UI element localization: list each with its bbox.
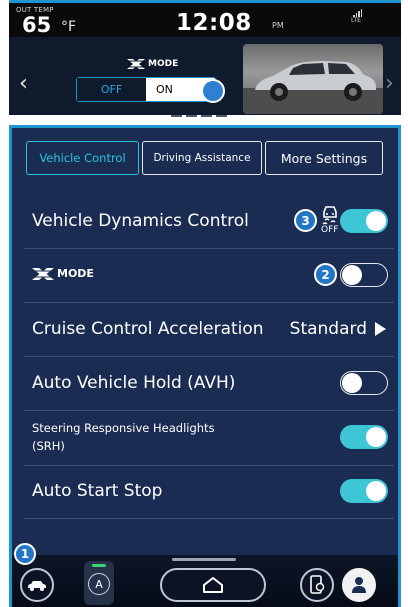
tab-more-settings[interactable]: More Settings [265, 141, 383, 175]
toggle-knob [342, 264, 362, 285]
setting-row-auto-start-stop[interactable]: Auto Start Stop [24, 465, 394, 519]
toggle-knob [366, 427, 386, 447]
signal-strength-icon [353, 9, 362, 17]
vdc-off-text: OFF [321, 225, 339, 235]
vehicle-image [243, 44, 383, 114]
auto-start-stop-label: Auto Start Stop [32, 481, 163, 501]
person-icon [352, 577, 366, 593]
prev-page-arrow[interactable]: ‹ [19, 71, 28, 96]
callout-badge-2: 2 [314, 263, 337, 286]
avh-label: Auto Vehicle Hold (AVH) [32, 373, 236, 393]
vdc-label: Vehicle Dynamics Control [32, 211, 249, 231]
toggle-knob [366, 211, 386, 231]
callout-badge-1: 1 [14, 543, 36, 565]
page-indicator [171, 115, 242, 117]
cruise-acceleration-value: Standard [289, 319, 367, 339]
page-dot [216, 115, 227, 117]
page-dot [201, 115, 212, 117]
x-logo-icon [32, 267, 54, 280]
xmode-title-label: MODE [148, 59, 179, 69]
auto-a-label: A [95, 577, 103, 591]
toggle-knob [366, 481, 386, 501]
setting-row-srh[interactable]: Steering Responsive Headlights (SRH) [24, 410, 394, 466]
outside-temp-unit: °F [61, 19, 77, 35]
home-button[interactable] [160, 568, 266, 602]
xmode-row-text: MODE [57, 267, 94, 280]
page-dot [171, 115, 182, 117]
cruise-acceleration-label: Cruise Control Acceleration [32, 319, 264, 339]
xmode-switch-knob[interactable] [201, 79, 225, 103]
setting-row-vdc[interactable]: Vehicle Dynamics Control 3 OFF [24, 195, 394, 249]
srh-label: Steering Responsive Headlights (SRH) [32, 419, 215, 455]
vdc-toggle[interactable] [340, 209, 388, 233]
xmode-toggle[interactable] [340, 263, 388, 287]
phone-projection-button[interactable] [300, 568, 334, 602]
callout-badge-3: 3 [294, 209, 317, 232]
setting-row-cruise-acceleration[interactable]: Cruise Control Acceleration Standard [24, 302, 394, 357]
network-type-label: LTE [351, 17, 361, 24]
setting-row-xmode[interactable]: MODE 2 [24, 248, 394, 303]
xmode-on-label: ON [156, 83, 173, 96]
xmode-quick-panel: OUT TEMP 65 °F 12:08 PM LTE ‹ › MODE OFF… [9, 0, 401, 117]
drag-handle[interactable] [172, 558, 236, 561]
xmode-row-label: MODE [32, 267, 94, 280]
clock-ampm: PM [272, 21, 284, 30]
outside-temp-value: 65 [22, 13, 52, 37]
home-icon [203, 577, 223, 593]
settings-tabs: Vehicle Control Driving Assistance More … [26, 141, 383, 175]
next-page-arrow[interactable]: › [385, 71, 394, 96]
srh-label-line1: Steering Responsive Headlights [32, 421, 215, 435]
vehicle-settings-screen: Vehicle Control Driving Assistance More … [9, 125, 401, 607]
car-icon [28, 581, 46, 591]
toggle-knob [342, 372, 362, 393]
tab-vehicle-control[interactable]: Vehicle Control [26, 141, 139, 175]
setting-row-avh[interactable]: Auto Vehicle Hold (AVH) [24, 356, 394, 411]
avh-toggle[interactable] [340, 371, 388, 395]
srh-toggle[interactable] [340, 425, 388, 449]
auto-a-icon: A [88, 573, 110, 595]
clock-time: 12:08 [176, 10, 252, 36]
vdc-off-icon: OFF [320, 205, 340, 237]
chevron-right-icon [375, 322, 386, 336]
xmode-title: MODE [127, 59, 178, 69]
vehicle-button[interactable] [20, 568, 54, 602]
srh-label-line2: (SRH) [32, 439, 65, 453]
auto-mode-button[interactable]: A [84, 561, 114, 605]
bottom-navigation-bar: 1 A [12, 543, 398, 607]
xmode-off-option[interactable]: OFF [77, 78, 146, 101]
x-logo-icon [127, 59, 145, 69]
profile-button[interactable] [342, 568, 376, 602]
xmode-off-on-switch[interactable]: OFF ON [76, 77, 225, 103]
tab-driving-assistance[interactable]: Driving Assistance [142, 141, 262, 175]
status-bar: OUT TEMP 65 °F 12:08 PM LTE [9, 3, 401, 37]
page-dot-active [231, 115, 242, 117]
auto-start-stop-toggle[interactable] [340, 479, 388, 503]
page-dot [186, 115, 197, 117]
phone-settings-icon [310, 575, 325, 594]
cruise-acceleration-selector[interactable]: Standard [290, 319, 386, 339]
active-indicator [92, 564, 106, 567]
